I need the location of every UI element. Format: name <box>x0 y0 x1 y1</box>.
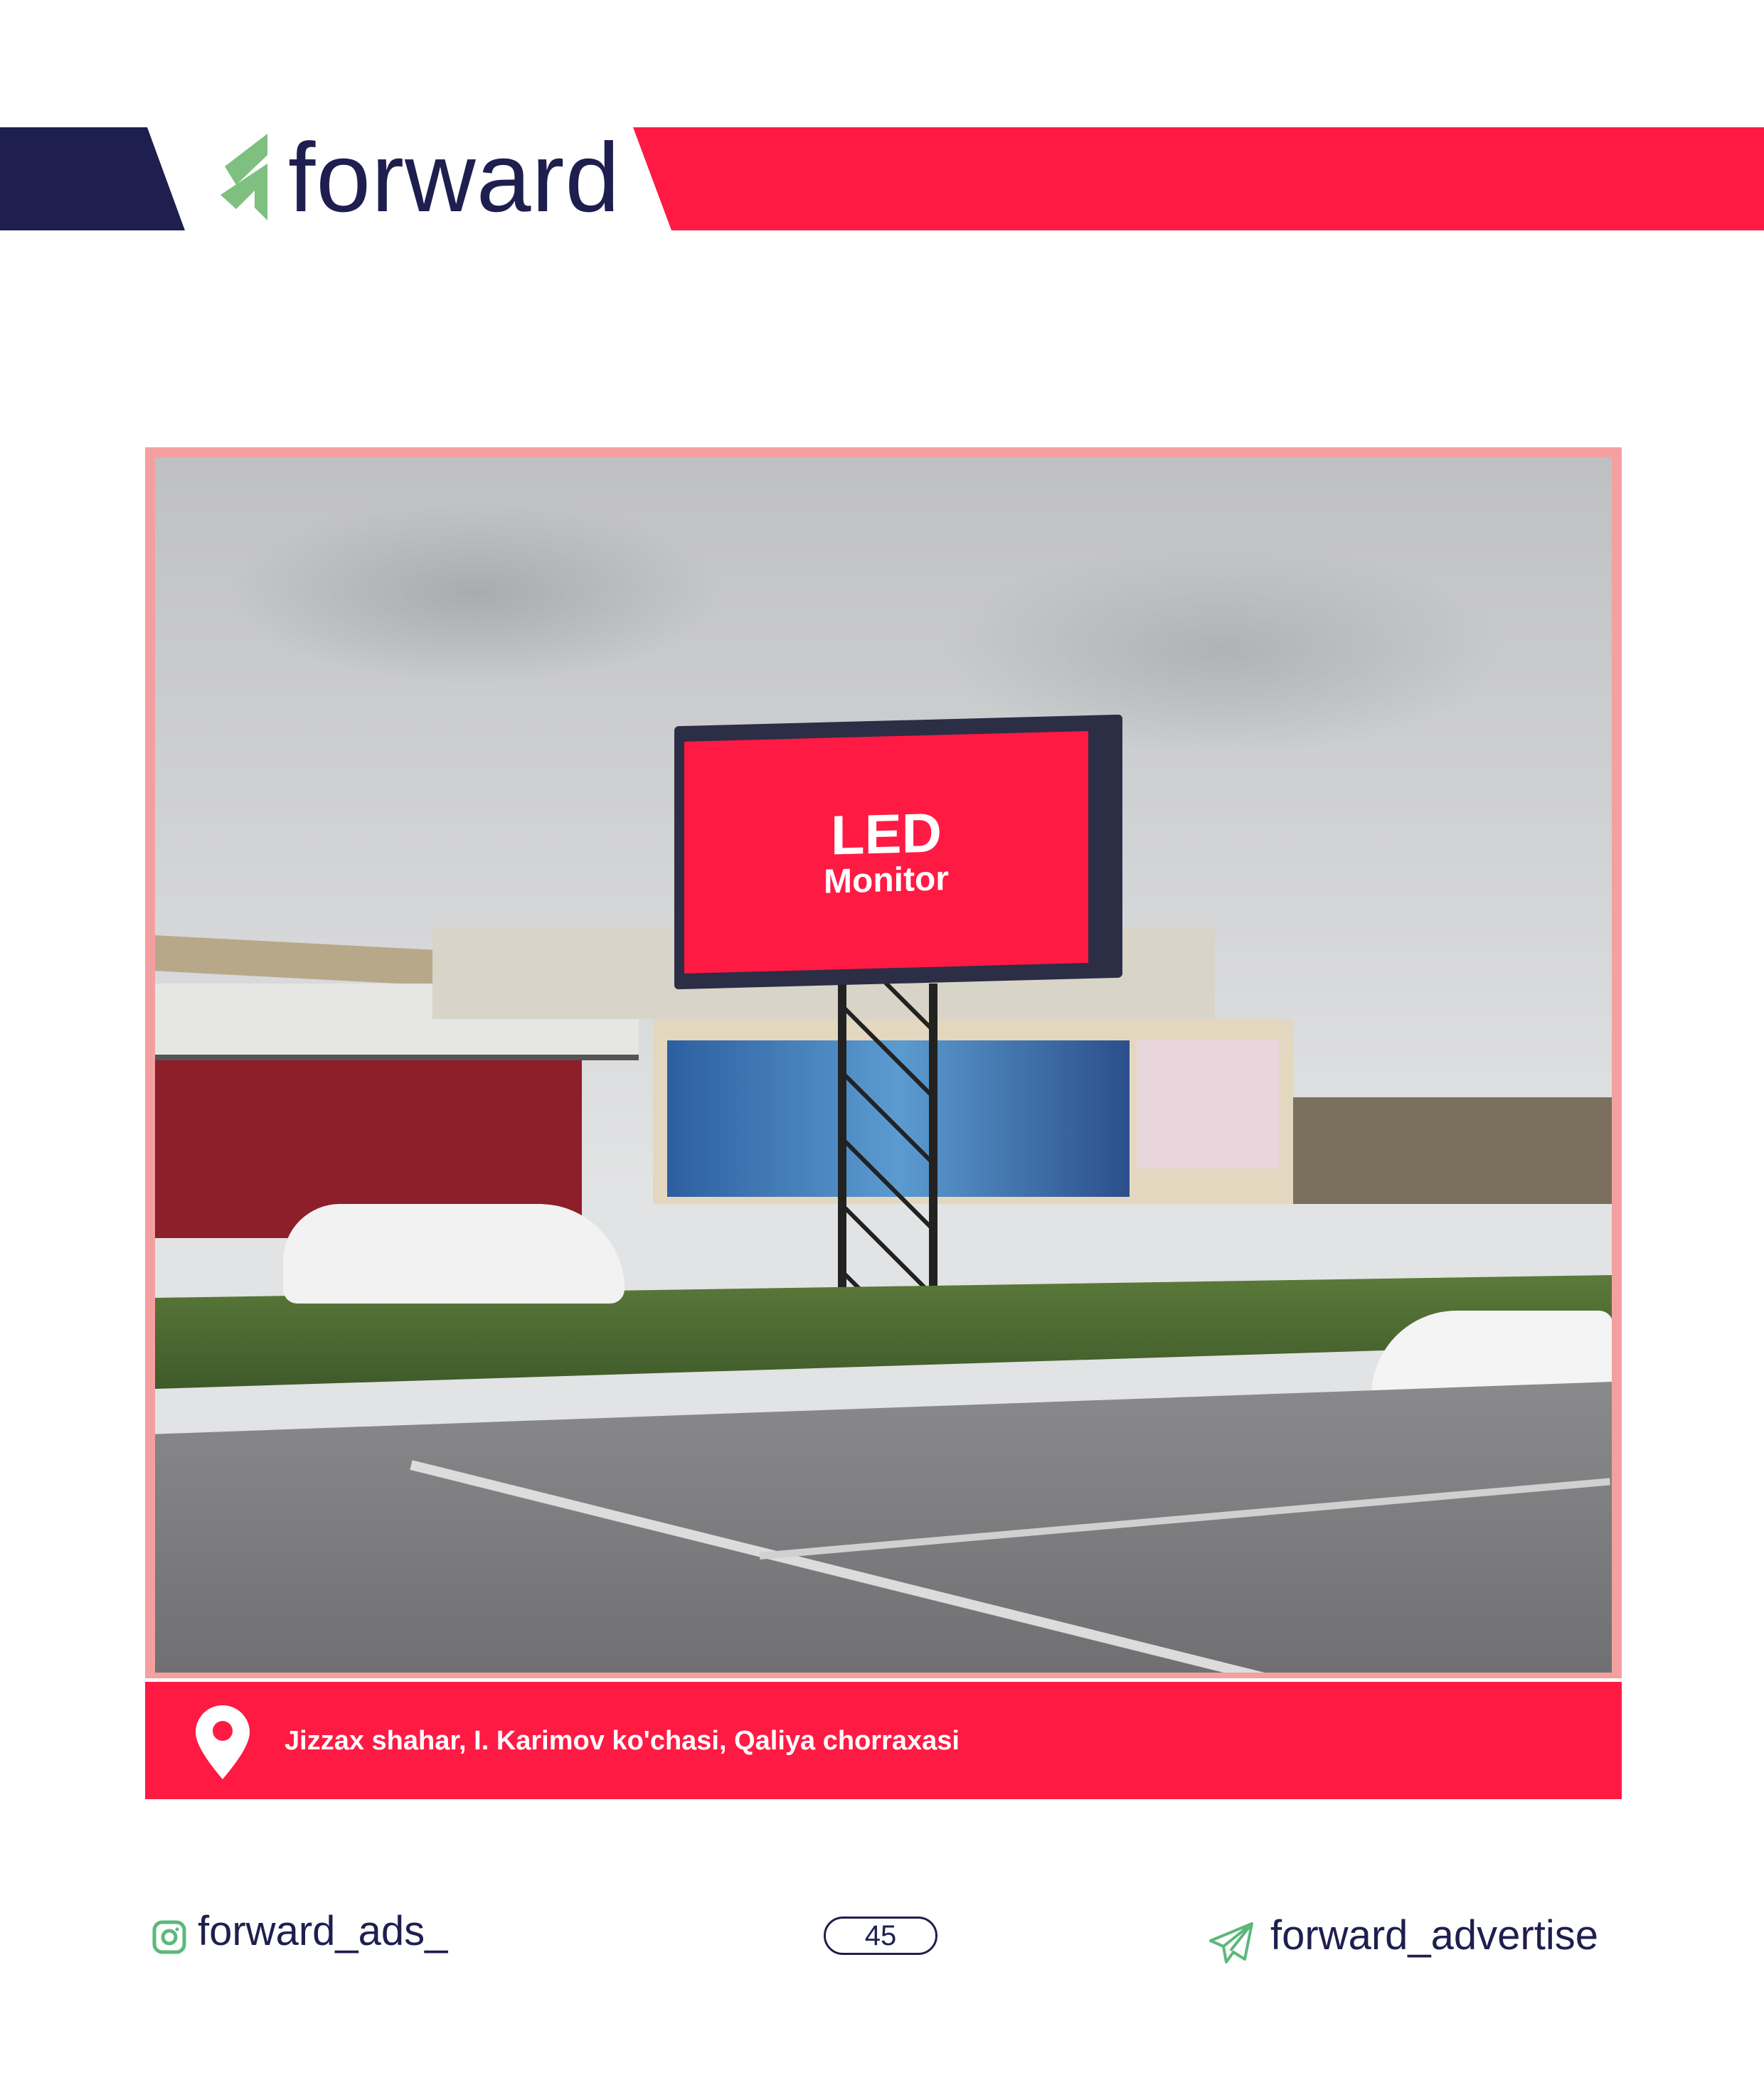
led-screen: LED Monitor <box>684 731 1088 974</box>
page-number: 45 <box>824 1917 937 1955</box>
led-billboard: LED Monitor <box>674 714 1122 990</box>
telegram-icon <box>1209 1922 1253 1963</box>
header-red-band <box>633 127 1764 230</box>
billboard-photo: LED Monitor <box>155 457 1612 1673</box>
telegram-handle[interactable]: forward_advertise <box>1270 1910 1598 1961</box>
logo-arrow-icon <box>220 134 267 220</box>
distant-buildings <box>1293 1097 1612 1204</box>
location-address: Jizzax shahar, I. Karimov ko'chasi, Qali… <box>285 1726 960 1756</box>
instagram-icon <box>152 1920 186 1954</box>
white-car <box>283 1204 625 1304</box>
led-title: LED <box>831 801 942 867</box>
brand-logo-text: forward <box>288 123 621 233</box>
led-subtitle: Monitor <box>824 860 949 901</box>
ad-banner <box>1137 1040 1279 1168</box>
map-pin-icon <box>196 1705 250 1779</box>
billboard-pole <box>838 984 937 1339</box>
header-navy-band <box>0 127 185 230</box>
road <box>155 1382 1612 1673</box>
cloud <box>226 500 724 685</box>
instagram-handle[interactable]: forward_ads_ <box>198 1906 447 1957</box>
